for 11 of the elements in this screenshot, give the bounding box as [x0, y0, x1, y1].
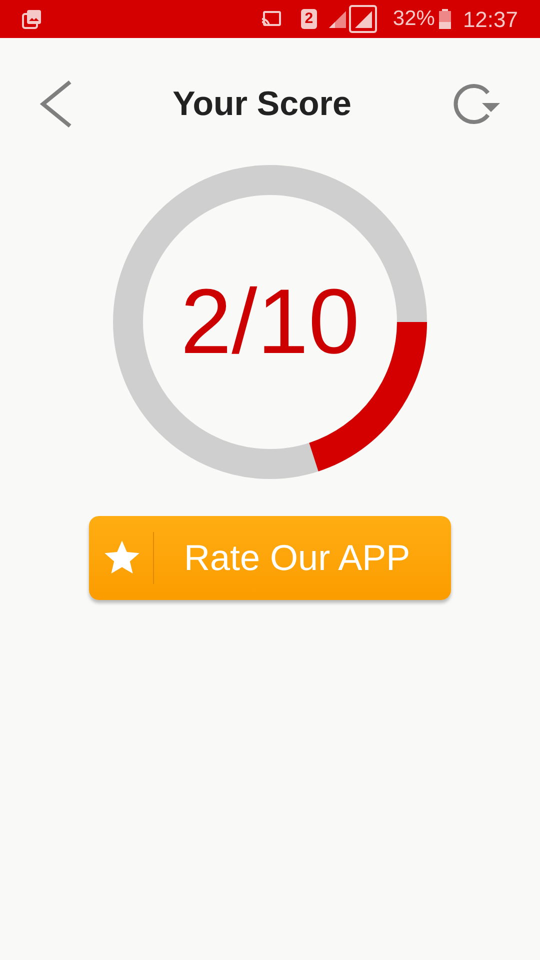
signal-icon: [348, 5, 377, 33]
cast-icon: [260, 11, 281, 27]
battery-icon: [438, 9, 451, 29]
battery-percent: 32%: [392, 6, 435, 32]
rate-button[interactable]: Rate Our APP: [89, 516, 451, 600]
gallery-icon: [22, 9, 42, 29]
signal-icon: [326, 9, 347, 29]
score-text: 2/10: [180, 276, 360, 368]
sim-badge: 2: [300, 9, 317, 29]
clock: 12:37: [462, 6, 518, 34]
page-title: Your Score: [172, 84, 352, 124]
